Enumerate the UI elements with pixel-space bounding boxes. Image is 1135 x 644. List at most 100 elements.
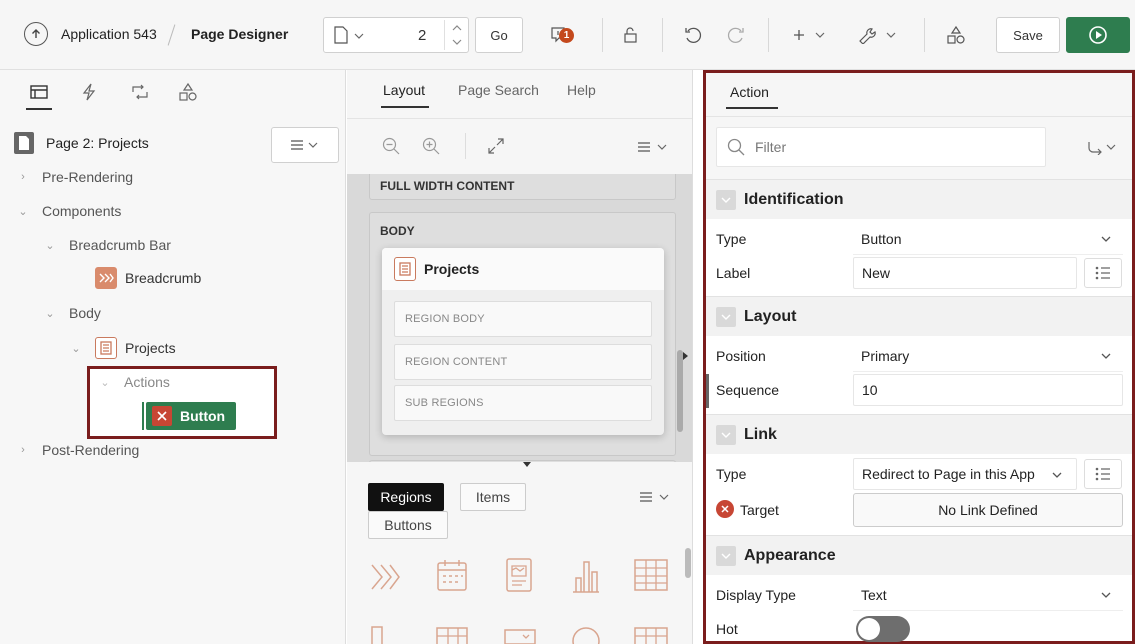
sub-regions-slot[interactable]: SUB REGIONS [394,385,652,421]
page-number-input[interactable]: 2 [418,27,426,44]
chevron-down-icon[interactable]: ⌄ [43,307,57,320]
layout-grid: FULL WIDTH CONTENT BODY Projects REGION … [347,174,692,462]
up-arrow-icon[interactable] [24,22,48,46]
chevron-down-icon[interactable] [716,306,736,327]
collapse-down-arrow-icon[interactable] [523,462,531,467]
page-selector[interactable]: 2 [323,17,469,53]
section-identification[interactable]: Identification [706,179,1132,219]
property-label: Type [716,231,747,247]
scrollbar[interactable] [677,350,683,432]
chevron-down-icon[interactable] [716,545,736,566]
table-icon[interactable] [633,626,669,644]
list-view-icon[interactable] [503,628,537,644]
property-label: Label [716,265,751,281]
toggle-knob [858,618,880,640]
body-slot[interactable]: BODY Projects REGION BODY REGION CONTENT… [369,212,676,456]
expand-icon[interactable] [487,137,505,155]
chevron-up-icon[interactable] [452,24,462,32]
chevron-down-icon[interactable]: ⌄ [98,376,112,389]
app-breadcrumb-link[interactable]: Application 543 [61,26,157,42]
chevron-down-icon[interactable]: ⌄ [43,239,57,252]
region-content-slot[interactable]: REGION CONTENT [394,344,652,380]
zoom-out-icon[interactable] [382,137,400,155]
form-region-icon[interactable] [369,624,389,644]
page-title[interactable]: Page 2: Projects [46,135,149,151]
bar-chart-icon[interactable] [569,556,603,594]
processing-tab[interactable] [130,83,150,101]
tab-help[interactable]: Help [567,82,596,98]
tab-page-search[interactable]: Page Search [458,82,539,98]
collapse-right-arrow-icon[interactable] [683,352,688,360]
display-type-select[interactable]: Text [853,579,1123,611]
tree-menu-button[interactable] [271,127,339,163]
rendering-tab[interactable] [26,84,52,110]
tree-node-label: Breadcrumb Bar [69,237,171,253]
property-label: Target [740,502,779,518]
type-select[interactable]: Button [853,223,1123,255]
region-header: Projects [382,248,664,290]
map-region-icon[interactable] [569,624,603,644]
hot-toggle[interactable] [856,616,910,642]
table-icon[interactable] [633,558,669,592]
create-menu-button[interactable] [790,17,830,53]
chevron-right-icon[interactable]: › [16,171,30,183]
breadcrumb-region-icon[interactable] [369,560,403,594]
shared-components-tab[interactable] [178,82,198,102]
hamburger-menu-icon[interactable] [639,491,671,503]
region-body-slot[interactable]: REGION BODY [394,301,652,337]
tree-node-actions[interactable]: ⌄ Actions [98,367,170,397]
redo-button[interactable] [722,17,750,53]
tree-node-label: Actions [124,374,170,390]
scrollbar[interactable] [685,548,691,578]
position-select[interactable]: Primary [853,340,1123,372]
page-number-stepper[interactable] [444,20,468,50]
grid-icon[interactable] [435,626,469,644]
chevron-down-icon[interactable] [716,424,736,445]
tree-node-breadcrumb-bar[interactable]: ⌄ Breadcrumb Bar [43,230,171,260]
zoom-in-icon[interactable] [422,137,440,155]
chevron-down-icon[interactable]: ⌄ [69,342,83,355]
go-to-group-icon[interactable] [1086,141,1118,155]
shared-components-button[interactable] [941,17,971,53]
undo-button[interactable] [679,17,707,53]
tab-layout[interactable]: Layout [383,82,425,98]
chevron-down-icon[interactable] [716,189,736,210]
section-appearance[interactable]: Appearance [706,535,1132,575]
quick-pick-button[interactable] [1084,459,1122,489]
target-link-button[interactable]: No Link Defined [853,493,1123,527]
utilities-menu-button[interactable] [855,17,901,53]
lock-button[interactable] [617,17,645,53]
chevron-down-icon[interactable] [452,38,462,46]
dynamic-actions-tab[interactable] [81,83,97,101]
label-input[interactable]: New [853,257,1077,289]
tree-node-post-rendering[interactable]: › Post-Rendering [16,435,139,465]
filter-input[interactable]: Filter [716,127,1046,167]
tab-action[interactable]: Action [730,84,769,100]
quick-pick-button[interactable] [1084,258,1122,288]
tree-node-components[interactable]: ⌄ Components [16,196,121,226]
tree-node-pre-rendering[interactable]: › Pre-Rendering [16,162,133,192]
hamburger-menu-icon[interactable] [637,141,669,153]
tree-node-projects[interactable]: ⌄ Projects [69,333,176,363]
tree-node-body[interactable]: ⌄ Body [43,298,101,328]
chart-region-icon[interactable] [504,556,534,594]
issues-button[interactable]: 1 [537,17,579,53]
calendar-icon[interactable] [435,558,469,594]
gallery-tab-buttons[interactable]: Buttons [368,511,448,539]
section-layout[interactable]: Layout [706,296,1132,336]
full-width-content-slot[interactable]: FULL WIDTH CONTENT [369,174,676,200]
tree-node-button[interactable]: Button [146,402,236,430]
tree-node-breadcrumb[interactable]: Breadcrumb [95,263,201,293]
sequence-input[interactable]: 10 [853,374,1123,406]
link-type-select[interactable]: Redirect to Page in this App [853,458,1077,490]
gallery-tab-regions[interactable]: Regions [368,483,444,511]
chevron-right-icon[interactable]: › [16,444,30,456]
projects-region-card[interactable]: Projects REGION BODY REGION CONTENT SUB … [382,248,664,435]
section-link[interactable]: Link [706,414,1132,454]
gallery-tab-items[interactable]: Items [460,483,526,511]
region-gallery [347,544,692,644]
go-button[interactable]: Go [475,17,523,53]
save-button[interactable]: Save [996,17,1060,53]
chevron-down-icon[interactable]: ⌄ [16,205,30,218]
run-button[interactable] [1066,17,1130,53]
